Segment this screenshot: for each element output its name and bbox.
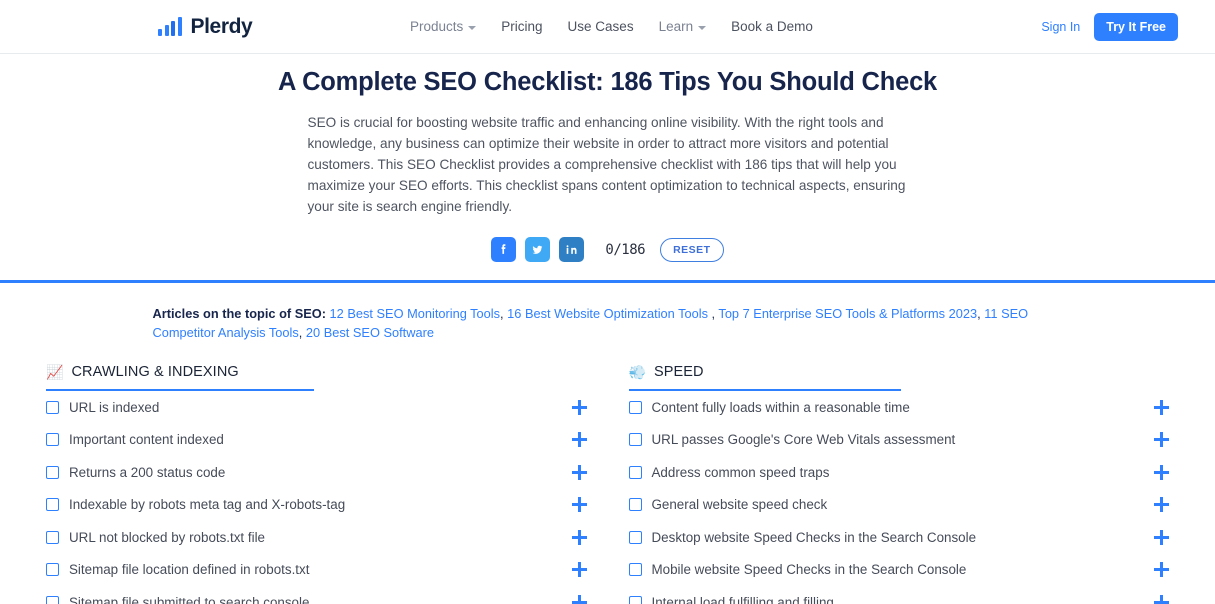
checklist-column-crawling-indexing: 📈 CRAWLING & INDEXING URL is indexed Imp… xyxy=(46,364,587,604)
article-link-2[interactable]: 16 Best Website Optimization Tools xyxy=(507,306,711,321)
dash-wind-icon: 💨 xyxy=(628,364,646,380)
checklist-item-label: General website speed check xyxy=(651,497,828,513)
checklist-item-label: URL not blocked by robots.txt file xyxy=(69,529,265,545)
section-title: CRAWLING & INDEXING xyxy=(71,364,239,380)
article-link-1[interactable]: 12 Best SEO Monitoring Tools xyxy=(330,306,500,321)
site-header: Plerdy Products Pricing Use Cases Learn … xyxy=(0,0,1215,54)
expand-plus-icon[interactable] xyxy=(571,399,587,415)
checklist-item-label: Content fully loads within a reasonable … xyxy=(651,399,910,415)
main-nav: Products Pricing Use Cases Learn Book a … xyxy=(410,19,813,34)
checkbox[interactable] xyxy=(628,465,642,479)
checkbox[interactable] xyxy=(628,400,642,414)
logo-text: Plerdy xyxy=(190,14,253,38)
checkbox[interactable] xyxy=(46,498,59,512)
expand-plus-icon[interactable] xyxy=(571,497,587,513)
chart-increasing-icon: 📈 xyxy=(46,364,64,380)
checkbox[interactable] xyxy=(628,530,642,544)
checklist-item-label: Indexable by robots meta tag and X-robot… xyxy=(69,497,346,513)
nav-label: Products xyxy=(410,19,464,34)
nav-item-products[interactable]: Products xyxy=(410,19,477,34)
checkbox[interactable] xyxy=(628,563,642,577)
checklist-item[interactable]: URL is indexed xyxy=(46,391,587,424)
checkbox[interactable] xyxy=(46,595,59,604)
checklist-item[interactable]: Returns a 200 status code xyxy=(46,456,587,489)
chevron-down-icon xyxy=(468,25,477,30)
expand-plus-icon[interactable] xyxy=(1154,464,1169,480)
checklist-column-speed: 💨 SPEED Content fully loads within a rea… xyxy=(628,364,1169,604)
page-title: A Complete SEO Checklist: 186 Tips You S… xyxy=(277,68,938,96)
expand-plus-icon[interactable] xyxy=(1154,432,1169,448)
section-header-crawling-indexing: 📈 CRAWLING & INDEXING xyxy=(46,364,314,391)
section-divider xyxy=(0,280,1215,283)
checkbox[interactable] xyxy=(628,595,642,604)
plerdy-bars-icon xyxy=(158,17,182,36)
checkbox[interactable] xyxy=(46,433,59,447)
checklist-item-label: Sitemap file location defined in robots.… xyxy=(69,562,310,578)
logo[interactable]: Plerdy xyxy=(158,14,253,39)
progress-counter: 0/186 xyxy=(605,241,646,258)
checklist-item-label: URL is indexed xyxy=(69,399,160,415)
checklist-item-label: Mobile website Speed Checks in the Searc… xyxy=(651,562,967,578)
nav-item-pricing[interactable]: Pricing xyxy=(501,19,542,34)
expand-plus-icon[interactable] xyxy=(1154,562,1169,578)
checklist-item[interactable]: Indexable by robots meta tag and X-robot… xyxy=(46,489,587,522)
twitter-icon[interactable] xyxy=(525,237,551,262)
checklist-item[interactable]: Mobile website Speed Checks in the Searc… xyxy=(628,554,1169,587)
expand-plus-icon[interactable] xyxy=(1154,497,1169,513)
checklist-item[interactable]: Sitemap file submitted to search console xyxy=(46,586,587,604)
checklist-item-label: Sitemap file submitted to search console xyxy=(69,594,310,604)
checklist-item[interactable]: Internal load fulfilling and filling xyxy=(628,586,1169,604)
checklist-item-label: Address common speed traps xyxy=(651,464,830,480)
share-and-progress-row: 0/186 RESET xyxy=(0,237,1215,262)
expand-plus-icon[interactable] xyxy=(571,529,587,545)
intro-paragraph: SEO is crucial for boosting website traf… xyxy=(307,115,906,214)
checkbox[interactable] xyxy=(46,563,59,577)
nav-label: Learn xyxy=(658,19,694,34)
related-articles-label: Articles on the topic of SEO: xyxy=(152,306,326,321)
hero-section: A Complete SEO Checklist: 186 Tips You S… xyxy=(0,54,1215,283)
section-title: SPEED xyxy=(653,364,704,380)
nav-item-book-a-demo[interactable]: Book a Demo xyxy=(731,19,813,34)
reset-button[interactable]: RESET xyxy=(660,237,724,262)
related-articles: Articles on the topic of SEO: 12 Best SE… xyxy=(152,306,1029,340)
try-it-free-button[interactable]: Try It Free xyxy=(1094,12,1178,41)
expand-plus-icon[interactable] xyxy=(571,594,587,604)
checkbox[interactable] xyxy=(628,433,642,447)
expand-plus-icon[interactable] xyxy=(1154,529,1169,545)
linkedin-icon[interactable] xyxy=(559,237,585,262)
checklist-item[interactable]: Desktop website Speed Checks in the Sear… xyxy=(628,521,1169,554)
nav-item-learn[interactable]: Learn xyxy=(659,19,707,34)
checklist-item-label: Desktop website Speed Checks in the Sear… xyxy=(651,529,977,545)
expand-plus-icon[interactable] xyxy=(571,562,587,578)
article-link-5[interactable]: 20 Best SEO Software xyxy=(306,325,434,340)
checkbox[interactable] xyxy=(46,465,59,479)
checklist-item[interactable]: Sitemap file location defined in robots.… xyxy=(46,554,587,587)
checklist-item[interactable]: URL passes Google's Core Web Vitals asse… xyxy=(628,424,1169,457)
checklist-item[interactable]: Important content indexed xyxy=(46,424,587,457)
checkbox[interactable] xyxy=(46,400,59,414)
article-link-3[interactable]: Top 7 Enterprise SEO Tools & Platforms 2… xyxy=(718,306,977,321)
expand-plus-icon[interactable] xyxy=(571,432,587,448)
checklist-item[interactable]: Address common speed traps xyxy=(628,456,1169,489)
expand-plus-icon[interactable] xyxy=(1154,594,1169,604)
expand-plus-icon[interactable] xyxy=(1154,399,1169,415)
checklist-item-label: URL passes Google's Core Web Vitals asse… xyxy=(651,432,956,448)
chevron-down-icon xyxy=(698,25,707,30)
checklist-item-label: Returns a 200 status code xyxy=(69,464,226,480)
header-actions: Sign In Try It Free xyxy=(1041,12,1178,41)
checkbox[interactable] xyxy=(628,498,642,512)
checklist-item-label: Important content indexed xyxy=(69,432,224,448)
facebook-icon[interactable] xyxy=(491,237,517,262)
checklist-item-label: Internal load fulfilling and filling xyxy=(651,594,834,604)
nav-item-use-cases[interactable]: Use Cases xyxy=(568,19,634,34)
sign-in-link[interactable]: Sign In xyxy=(1041,20,1080,34)
checkbox[interactable] xyxy=(46,530,59,544)
section-header-speed: 💨 SPEED xyxy=(628,364,901,391)
checklist-item[interactable]: URL not blocked by robots.txt file xyxy=(46,521,587,554)
checklist-item[interactable]: General website speed check xyxy=(628,489,1169,522)
expand-plus-icon[interactable] xyxy=(571,464,587,480)
checklist-columns: 📈 CRAWLING & INDEXING URL is indexed Imp… xyxy=(0,364,1215,604)
checklist-item[interactable]: Content fully loads within a reasonable … xyxy=(628,391,1169,424)
